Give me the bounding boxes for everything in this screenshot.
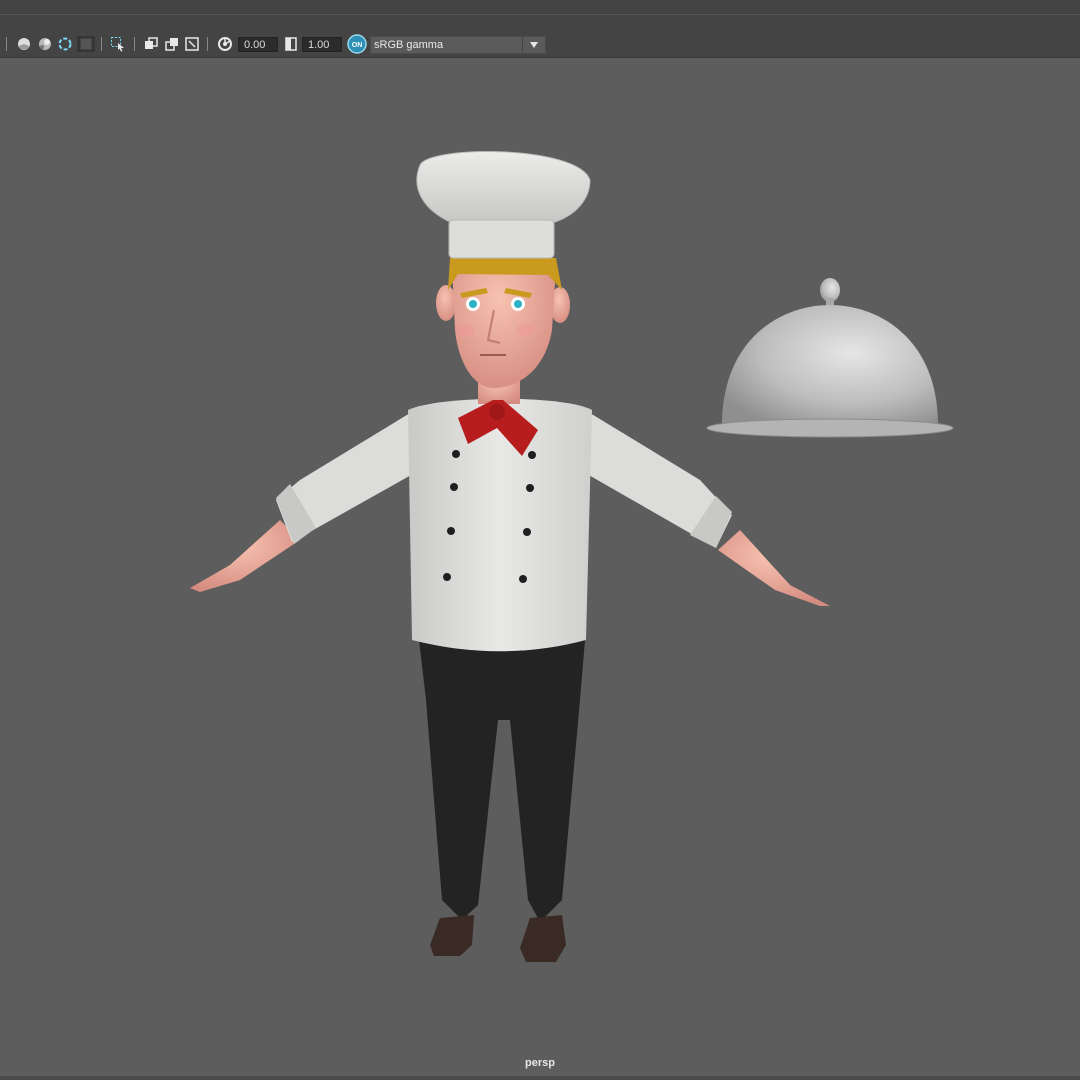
left-shoe (430, 915, 474, 956)
gamma-field[interactable]: 1.00 (302, 37, 342, 52)
cloche-rim (706, 418, 954, 438)
cloche-dome (722, 305, 938, 425)
right-shoe (520, 915, 566, 962)
exposure-icon[interactable] (215, 36, 235, 52)
view-transform-value: sRGB gamma (374, 39, 444, 51)
resolution-gate-icon[interactable] (183, 36, 201, 52)
view-transform-dropdown[interactable]: sRGB gamma (370, 36, 546, 54)
shaded-sphere-icon[interactable] (15, 36, 33, 52)
textured-sphere-icon[interactable] (36, 36, 54, 52)
right-forearm (718, 530, 830, 606)
neckerchief-knot (489, 404, 505, 420)
chef-hat-band (448, 219, 555, 259)
menu-strip (0, 0, 1080, 15)
chef-hat-top (416, 151, 591, 223)
viewport-bottom-border (0, 1076, 1080, 1080)
left-forearm (190, 520, 300, 592)
isolate-select-icon[interactable] (77, 36, 95, 52)
toolbar-separator (6, 37, 7, 51)
serving-cloche[interactable] (706, 278, 954, 438)
toolbar-separator (101, 37, 102, 51)
chevron-down-icon[interactable] (522, 37, 545, 53)
shelf-strip (0, 15, 1080, 31)
toolbar-separator (207, 37, 208, 51)
ambient-occlusion-icon[interactable] (56, 36, 74, 52)
xray-active-icon[interactable] (163, 36, 181, 52)
gamma-icon[interactable] (283, 36, 299, 52)
cloche-stem (826, 298, 834, 306)
camera-label: persp (525, 1057, 555, 1069)
trousers (419, 640, 585, 922)
perspective-viewport[interactable] (0, 58, 1080, 1076)
left-ear (436, 285, 456, 321)
color-management-badge: ON (352, 42, 363, 49)
xray-joints-icon[interactable] (142, 36, 160, 52)
exposure-field[interactable]: 0.00 (238, 37, 278, 52)
chef-jacket (408, 398, 592, 652)
xray-icon[interactable] (108, 36, 128, 52)
chef-character[interactable] (190, 151, 830, 962)
toolbar-separator (134, 37, 135, 51)
color-management-icon[interactable]: ON (346, 34, 368, 54)
